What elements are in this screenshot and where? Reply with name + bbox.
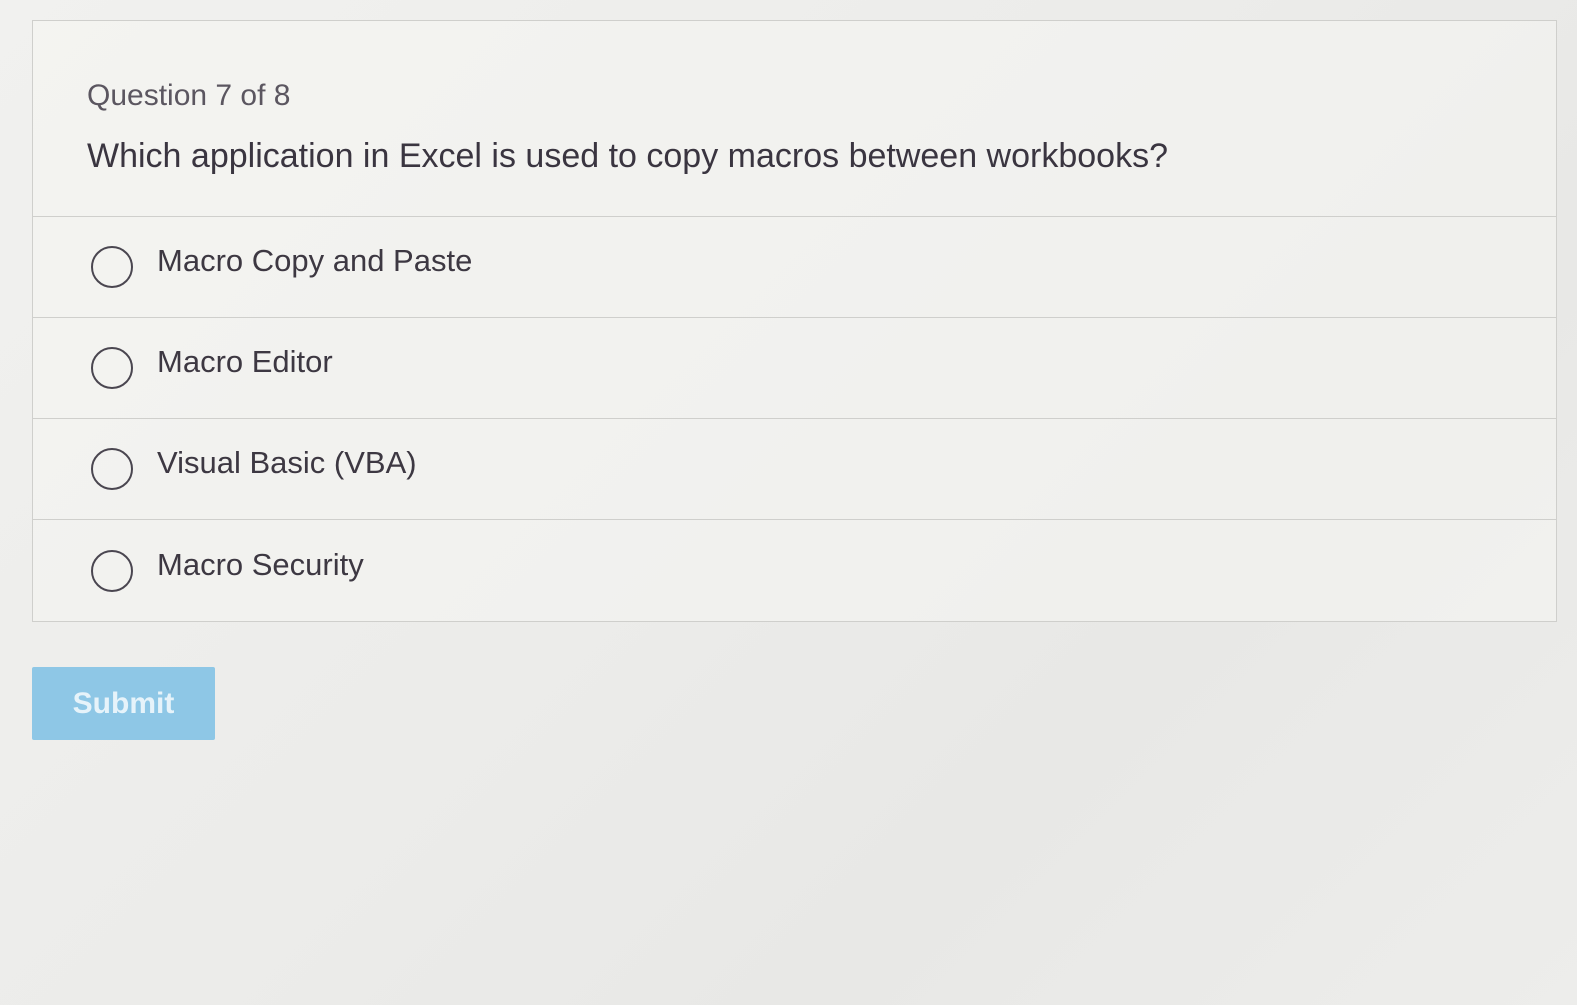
answer-option-label: Macro Copy and Paste	[157, 243, 473, 279]
question-card: Question 7 of 8 Which application in Exc…	[32, 20, 1557, 623]
question-text: Which application in Excel is used to co…	[87, 137, 1168, 175]
radio-unselected-icon[interactable]	[91, 347, 133, 390]
answer-option-1[interactable]: Macro Copy and Paste	[33, 217, 1556, 319]
question-counter: Question 7 of 8	[87, 79, 291, 112]
answer-option-2[interactable]: Macro Editor	[33, 318, 1556, 420]
radio-unselected-icon[interactable]	[91, 549, 133, 592]
radio-unselected-icon[interactable]	[91, 246, 133, 289]
answer-option-label: Macro Security	[157, 546, 364, 582]
radio-unselected-icon[interactable]	[91, 448, 133, 491]
answer-option-label: Visual Basic (VBA)	[157, 445, 417, 481]
submit-button[interactable]: Submit	[32, 667, 215, 740]
question-header: Question 7 of 8 Which application in Exc…	[33, 21, 1556, 218]
answer-option-4[interactable]: Macro Security	[33, 520, 1556, 621]
answer-option-label: Macro Editor	[157, 344, 333, 380]
answer-option-3[interactable]: Visual Basic (VBA)	[33, 419, 1556, 521]
